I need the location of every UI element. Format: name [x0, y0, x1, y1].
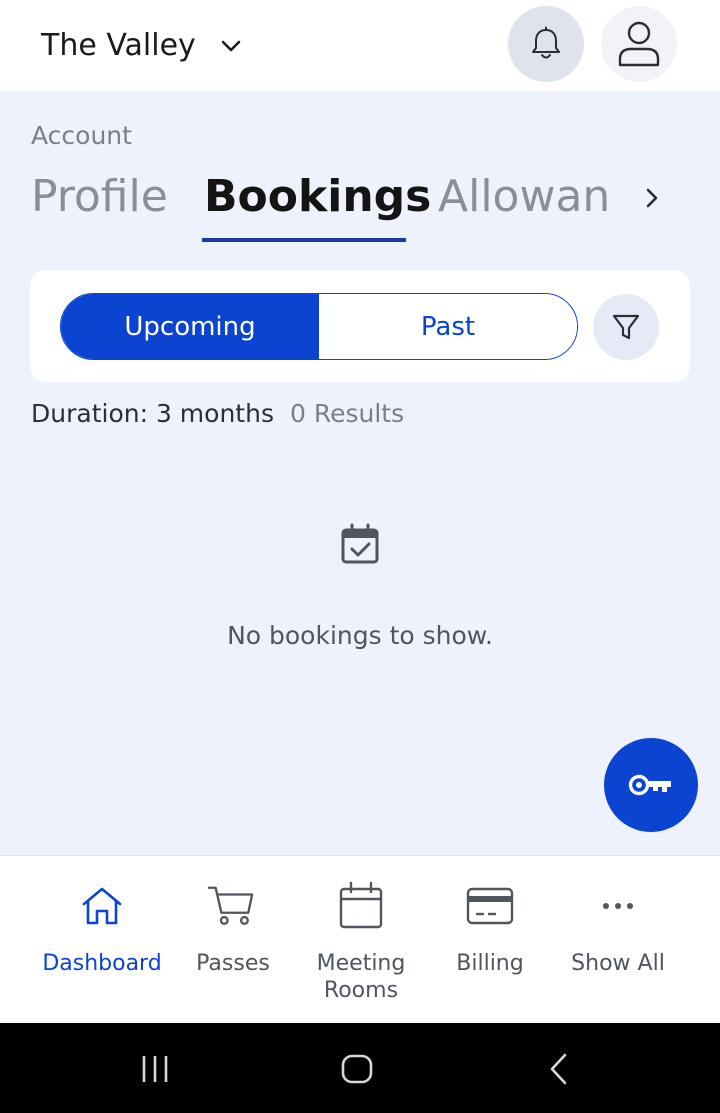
cart-icon: [207, 882, 255, 930]
system-navigation-bar: [0, 1023, 720, 1113]
nav-billing[interactable]: Billing: [440, 856, 540, 1024]
home-icon: [78, 882, 126, 930]
chevron-down-icon: [221, 40, 241, 51]
nav-passes[interactable]: Passes: [183, 856, 283, 1024]
calendar-check-icon: [341, 523, 379, 564]
recent-apps-icon: [142, 1056, 168, 1082]
bell-icon: [532, 26, 560, 59]
back-icon: [550, 1053, 567, 1085]
tab-allowances[interactable]: Allowan: [438, 169, 618, 225]
notifications-button[interactable]: [508, 6, 584, 82]
past-toggle[interactable]: Past: [319, 294, 577, 359]
active-tab-indicator: [202, 238, 406, 242]
profile-button[interactable]: [601, 6, 677, 82]
chevron-right-icon[interactable]: [639, 185, 665, 211]
recent-apps-button[interactable]: [137, 1051, 173, 1087]
calendar-icon: [337, 881, 385, 930]
main-content: Account Profile Bookings Allowan Upcomin…: [0, 91, 720, 855]
nav-label-passes: Passes: [196, 951, 270, 976]
home-button[interactable]: [339, 1051, 375, 1087]
more-icon: [594, 882, 642, 930]
section-label: Account: [31, 121, 132, 150]
nav-label-meeting-rooms: Meeting Rooms: [316, 951, 406, 1003]
user-icon: [618, 21, 660, 67]
tab-bookings[interactable]: Bookings: [204, 169, 431, 225]
nav-label-show-all: Show All: [571, 951, 665, 976]
duration-text: Duration: 3 months: [31, 399, 274, 428]
nav-label-dashboard: Dashboard: [42, 951, 162, 976]
bottom-navigation: Dashboard Passes Meeting Rooms Billing S…: [0, 855, 720, 1023]
nav-label-billing: Billing: [456, 951, 524, 976]
home-circle-icon: [341, 1054, 373, 1084]
location-selector[interactable]: The Valley: [41, 28, 242, 63]
nav-show-all[interactable]: Show All: [563, 856, 673, 1024]
filter-button[interactable]: [593, 294, 659, 360]
access-key-button[interactable]: [604, 738, 698, 832]
filter-icon: [612, 314, 640, 340]
results-count: 0 Results: [289, 399, 405, 428]
tab-profile[interactable]: Profile: [31, 169, 168, 225]
nav-meeting-rooms[interactable]: Meeting Rooms: [306, 856, 416, 1024]
filter-card: Upcoming Past: [30, 270, 690, 382]
account-tabs: Profile Bookings Allowan: [31, 169, 691, 243]
time-segmented-control: Upcoming Past: [60, 293, 578, 360]
results-summary: Duration: 3 months 0 Results: [31, 399, 404, 428]
key-icon: [628, 774, 671, 796]
empty-state-text: No bookings to show.: [227, 621, 493, 650]
upcoming-toggle[interactable]: Upcoming: [61, 294, 319, 359]
top-bar: The Valley: [0, 0, 720, 91]
credit-card-icon: [466, 882, 514, 930]
nav-dashboard[interactable]: Dashboard: [42, 856, 162, 1024]
location-name: The Valley: [41, 28, 196, 63]
back-button[interactable]: [541, 1051, 577, 1087]
